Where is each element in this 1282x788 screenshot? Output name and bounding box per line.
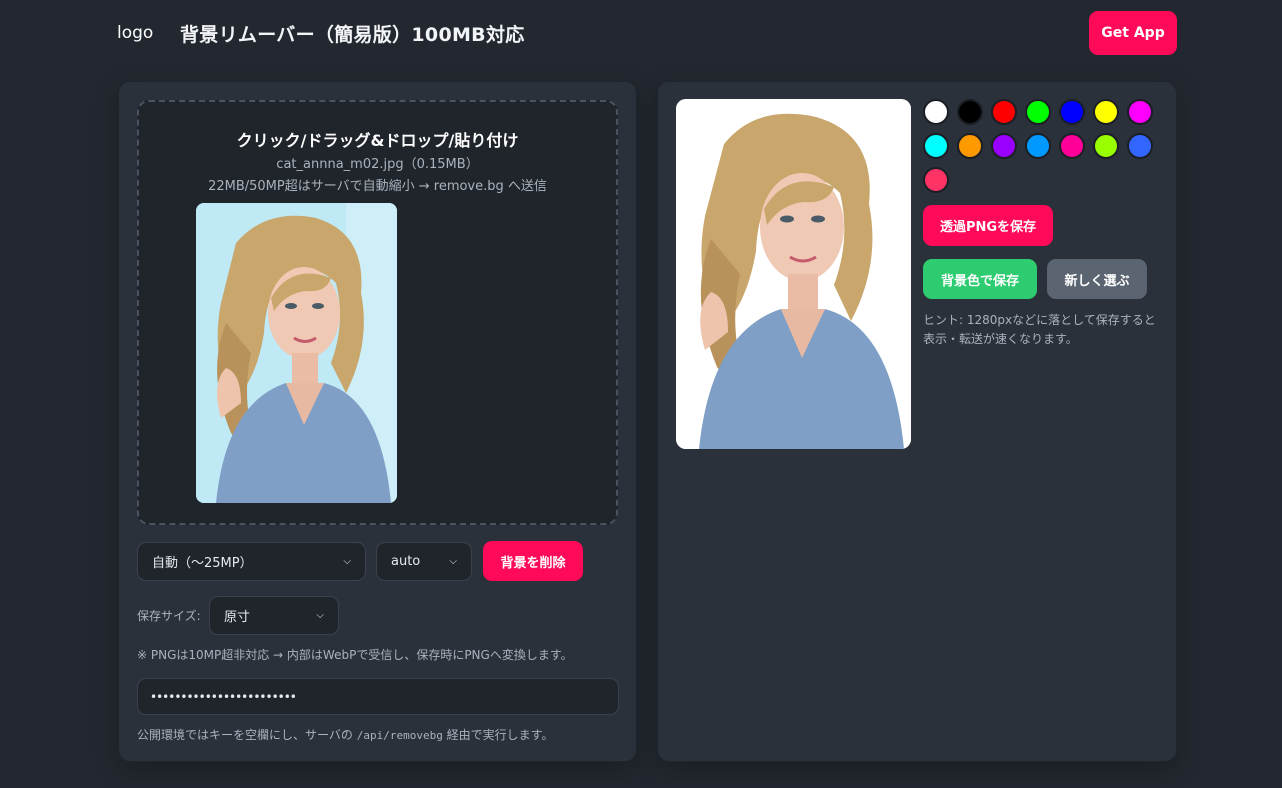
file-info: cat_annna_m02.jpg（0.15MB）	[276, 157, 479, 172]
page-title: 背景リムーバー（簡易版）100MB対応	[180, 23, 525, 46]
logo-image: logo	[117, 23, 154, 43]
mode-select[interactable]: 自動（〜25MP） ⌵	[137, 542, 366, 581]
color-swatch[interactable]	[1127, 133, 1153, 159]
chevron-down-icon: ⌵	[449, 556, 457, 567]
color-swatch[interactable]	[1025, 133, 1051, 159]
chevron-down-icon: ⌵	[343, 556, 351, 567]
api-endpoint: /api/removebg	[356, 729, 443, 742]
api-key-input[interactable]: ••••••••••••••••••••••••	[137, 678, 619, 715]
save-size-select-value: 原寸	[224, 610, 251, 625]
color-swatch[interactable]	[991, 133, 1017, 159]
color-swatch[interactable]	[1025, 99, 1051, 125]
save-size-select[interactable]: 原寸 ⌵	[209, 596, 339, 635]
api-key-note-prefix: 公開環境ではキーを空欄にし、サーバの	[137, 728, 353, 742]
color-swatch[interactable]	[1059, 133, 1085, 159]
input-panel: クリック/ドラッグ&ドロップ/貼り付け cat_annna_m02.jpg（0.…	[118, 81, 637, 762]
api-key-note: 公開環境ではキーを空欄にし、サーバの /api/removebg 経由で実行しま…	[137, 726, 553, 743]
choose-new-button[interactable]: 新しく選ぶ	[1047, 259, 1147, 299]
color-swatch[interactable]	[991, 99, 1017, 125]
drop-zone-note: 22MB/50MP超はサーバで自動縮小 → remove.bg へ送信	[208, 179, 547, 194]
background-color-palette	[923, 99, 1163, 193]
hint-text: ヒント: 1280pxなどに落として保存すると表示・転送が速くなります。	[923, 313, 1156, 346]
color-swatch[interactable]	[1127, 99, 1153, 125]
color-swatch[interactable]	[923, 133, 949, 159]
save-with-background-button[interactable]: 背景色で保存	[923, 259, 1037, 299]
drop-zone[interactable]: クリック/ドラッグ&ドロップ/貼り付け cat_annna_m02.jpg（0.…	[137, 100, 618, 525]
result-image-preview	[676, 99, 911, 449]
remove-background-button[interactable]: 背景を削除	[483, 541, 583, 581]
color-swatch[interactable]	[957, 133, 983, 159]
save-transparent-png-button[interactable]: 透過PNGを保存	[923, 205, 1053, 246]
header: logo 背景リムーバー（簡易版）100MB対応 Get App	[117, 11, 1177, 55]
color-swatch[interactable]	[923, 99, 949, 125]
get-app-button[interactable]: Get App	[1089, 11, 1177, 55]
brand: logo 背景リムーバー（簡易版）100MB対応	[117, 20, 525, 47]
color-swatch[interactable]	[923, 167, 949, 193]
format-select[interactable]: auto ⌵	[376, 542, 472, 581]
color-swatch[interactable]	[1093, 99, 1119, 125]
source-image-preview	[196, 203, 397, 503]
color-swatch[interactable]	[957, 99, 983, 125]
format-select-value: auto	[391, 554, 421, 569]
chevron-down-icon: ⌵	[316, 610, 324, 621]
output-panel: 透過PNGを保存 背景色で保存 新しく選ぶ ヒント: 1280pxなどに落として…	[657, 81, 1177, 762]
save-size-label: 保存サイズ:	[137, 609, 201, 623]
png-note: ※ PNGは10MP超非対応 → 内部はWebPで受信し、保存時にPNGへ変換し…	[137, 648, 573, 662]
api-key-note-suffix: 経由で実行します。	[446, 728, 554, 742]
drop-zone-title: クリック/ドラッグ&ドロップ/貼り付け	[236, 131, 519, 150]
color-swatch[interactable]	[1059, 99, 1085, 125]
color-swatch[interactable]	[1093, 133, 1119, 159]
mode-select-value: 自動（〜25MP）	[152, 556, 253, 571]
